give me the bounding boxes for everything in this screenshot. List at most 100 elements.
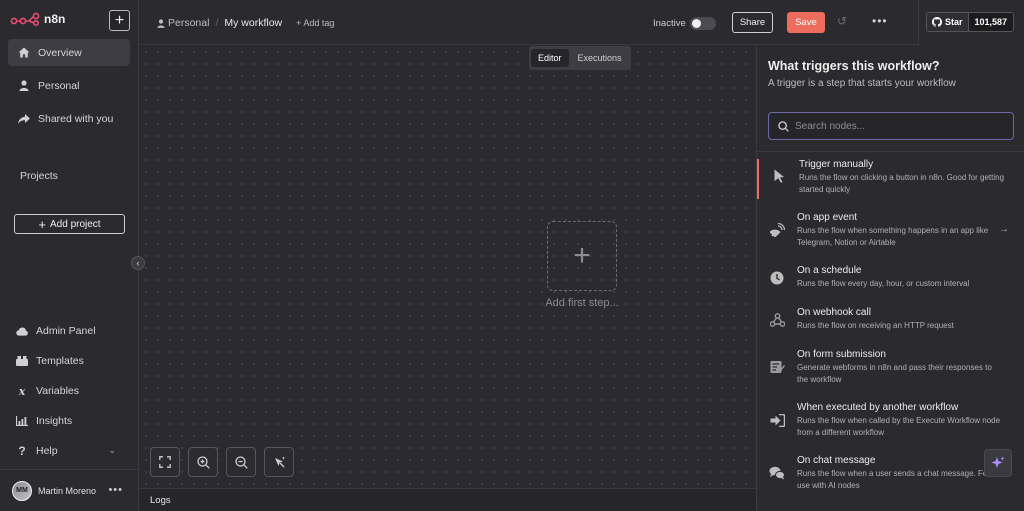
arrow-right-icon: → (999, 224, 1009, 235)
plus-icon: + (573, 239, 591, 272)
sidebar-item-label: Overview (38, 46, 82, 59)
sidebar-item-insights[interactable]: Insights (8, 410, 130, 432)
view-tabs: Editor Executions (529, 46, 631, 70)
sidebar-item-personal[interactable]: Personal (8, 72, 130, 99)
n8n-logo-icon (10, 12, 40, 26)
logo-text: n8n (44, 12, 66, 26)
clock-icon (769, 270, 785, 286)
trigger-title: On a schedule (797, 265, 862, 276)
tab-editor[interactable]: Editor (531, 49, 569, 67)
user-profile[interactable]: MM Martin Moreno ••• (0, 469, 139, 511)
trigger-manually[interactable]: Trigger manually Runs the flow on clicki… (757, 159, 1024, 199)
tidy-up-button[interactable] (264, 447, 294, 477)
trigger-title: Trigger manually (799, 159, 874, 170)
add-project-label: Add project (50, 218, 101, 230)
webhook-icon (769, 312, 785, 328)
trigger-title: On webhook call (797, 307, 871, 318)
save-button[interactable]: Save (787, 12, 825, 33)
header: Personal / My workflow + Add tag Inactiv… (140, 0, 1024, 45)
sidebar-item-admin-panel[interactable]: Admin Panel (8, 320, 130, 342)
trigger-description: Runs the flow on clicking a button in n8… (799, 173, 1005, 194)
workflow-name[interactable]: My workflow (224, 17, 282, 29)
satellite-icon (769, 222, 785, 238)
zoom-in-button[interactable] (188, 447, 218, 477)
trigger-description: Runs the flow every day, hour, or custom… (797, 279, 970, 288)
panel-title: What triggers this workflow? (768, 59, 940, 73)
trigger-description: Runs the flow when called by the Execute… (797, 416, 1001, 437)
chevron-down-icon: ⌄ (108, 445, 116, 455)
search-icon (778, 120, 789, 132)
magic-cursor-icon (274, 456, 285, 467)
form-icon (769, 359, 785, 375)
trigger-executed-by-workflow[interactable]: When executed by another workflow Runs t… (757, 402, 1024, 442)
breadcrumb-personal-label: Personal (168, 17, 210, 29)
search-input[interactable] (795, 120, 995, 132)
github-star-area: Star 101,587 (918, 0, 1024, 45)
avatar: MM (12, 480, 32, 501)
toggle-knob (692, 19, 701, 28)
logs-bar[interactable]: Logs (140, 488, 756, 511)
ai-assistant-button[interactable] (984, 449, 1012, 477)
zoom-in-icon (196, 455, 210, 469)
search-box[interactable] (768, 112, 1014, 140)
user-icon (157, 18, 165, 28)
user-icon (18, 80, 30, 92)
sidebar-item-label: Personal (38, 79, 80, 92)
trigger-app-event[interactable]: On app event Runs the flow when somethin… (757, 212, 1024, 252)
github-star-count: 101,587 (967, 13, 1014, 31)
share-button[interactable]: Share (732, 12, 773, 33)
more-options-icon[interactable]: ••• (872, 14, 888, 28)
undo-icon[interactable]: ↺ (837, 14, 847, 28)
breadcrumb-separator: / (215, 17, 219, 29)
trigger-form-submission[interactable]: On form submission Generate webforms in … (757, 349, 1024, 389)
share-icon (18, 113, 30, 125)
github-star-left: Star (927, 13, 968, 31)
sidebar: n8n + Overview Personal Shared with you … (0, 0, 139, 511)
github-star-button[interactable]: Star 101,587 (926, 12, 1015, 32)
trigger-title: On form submission (797, 349, 886, 360)
trigger-webhook[interactable]: On webhook call Runs the flow on receivi… (757, 307, 1024, 335)
sidebar-item-help[interactable]: ? Help ⌄ (8, 440, 130, 462)
sidebar-item-label: Variables (36, 385, 79, 397)
active-toggle[interactable] (690, 17, 716, 30)
github-star-label: Star (945, 17, 963, 27)
chevron-left-icon: ‹ (136, 258, 140, 268)
trigger-description: Generate webforms in n8n and pass their … (797, 363, 992, 384)
workflow-canvas[interactable]: Editor Executions + Add first step... (140, 46, 756, 488)
trigger-title: When executed by another workflow (797, 402, 959, 413)
breadcrumb-personal[interactable]: Personal (157, 17, 209, 29)
plus-icon: + (114, 11, 125, 29)
trigger-title: On chat message (797, 455, 876, 466)
logs-label: Logs (150, 495, 171, 506)
cursor-icon (771, 168, 787, 184)
n8n-logo[interactable]: n8n (10, 12, 65, 26)
sidebar-item-label: Shared with you (38, 112, 114, 125)
sidebar-item-overview[interactable]: Overview (8, 39, 130, 66)
add-first-step-button[interactable]: + (547, 221, 617, 291)
add-first-step-label: Add first step... (545, 297, 619, 309)
panel-subtitle: A trigger is a step that starts your wor… (768, 78, 956, 89)
fit-view-icon (159, 456, 171, 468)
fit-view-button[interactable] (150, 447, 180, 477)
home-icon (18, 47, 30, 59)
new-item-button[interactable]: + (109, 10, 130, 31)
user-name: Martin Moreno (38, 485, 97, 496)
zoom-out-icon (234, 455, 248, 469)
sidebar-item-templates[interactable]: Templates (8, 350, 130, 372)
sign-in-icon (769, 412, 785, 428)
tab-executions[interactable]: Executions (571, 49, 629, 67)
add-tag-link[interactable]: + Add tag (296, 18, 334, 28)
zoom-out-button[interactable] (226, 447, 256, 477)
collapse-sidebar-button[interactable]: ‹ (131, 256, 145, 270)
trigger-schedule[interactable]: On a schedule Runs the flow every day, h… (757, 265, 1024, 293)
sidebar-item-label: Help (36, 445, 58, 457)
add-project-button[interactable]: + Add project (14, 214, 125, 234)
insights-icon (16, 415, 28, 427)
divider (757, 151, 1024, 152)
more-options-icon[interactable]: ••• (108, 484, 123, 496)
sidebar-item-variables[interactable]: x Variables (8, 380, 130, 402)
plus-icon: + (38, 216, 46, 232)
sidebar-item-shared[interactable]: Shared with you (8, 105, 130, 132)
sidebar-item-label: Insights (36, 415, 73, 427)
github-icon (932, 17, 942, 27)
